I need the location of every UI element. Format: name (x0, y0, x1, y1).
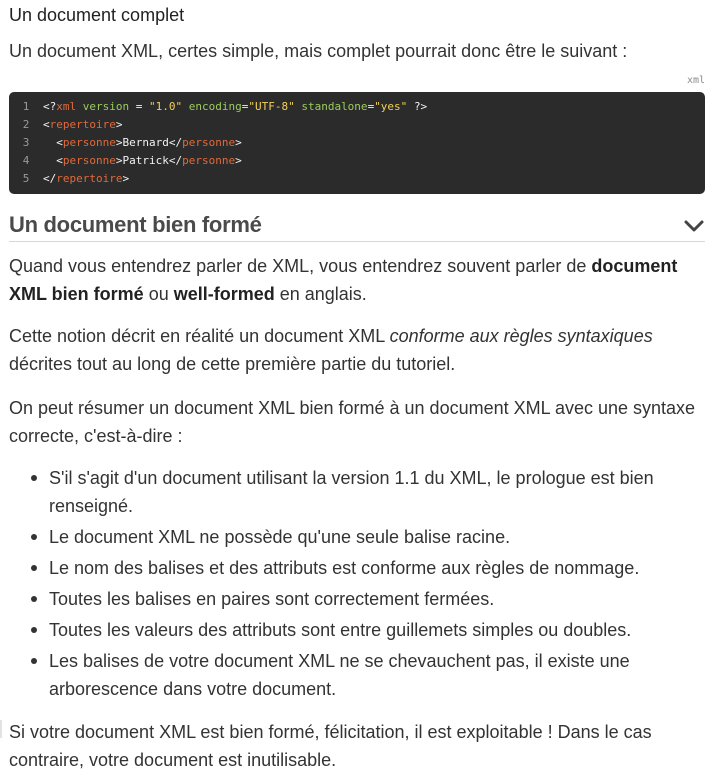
list-item: Toutes les valeurs des attributs sont en… (9, 616, 705, 644)
line-number: 2 (22, 118, 30, 131)
list-item: Toutes les balises en paires sont correc… (9, 585, 705, 613)
edge-marker (0, 720, 2, 738)
code-line: 1 <?xml version = "1.0" encoding="UTF-8" … (9, 98, 705, 116)
bullet-icon (31, 565, 37, 571)
bold-term-english: well-formed (173, 284, 275, 304)
bullet-icon (31, 627, 37, 633)
list-item-text: Le document XML ne possède qu'une seule … (49, 527, 511, 547)
code-line: 2 <repertoire> (9, 116, 705, 134)
bullet-icon (31, 534, 37, 540)
list-item-text: Toutes les valeurs des attributs sont en… (49, 620, 632, 640)
line-number: 3 (22, 136, 30, 149)
paragraph-conclusion: Si votre document XML est bien formé, fé… (9, 722, 652, 770)
code-text: <personne>Bernard</personne> (56, 136, 242, 149)
paragraph-notion: Cette notion décrit en réalité un docume… (9, 326, 653, 374)
paragraph-summary: On peut résumer un document XML bien for… (9, 398, 696, 446)
section-title: Un document bien formé (9, 212, 262, 237)
list-item-text: Les balises de votre document XML ne se … (49, 651, 630, 699)
code-language-label: xml (686, 75, 705, 86)
code-block: 1 <?xml version = "1.0" encoding="UTF-8" … (9, 92, 705, 194)
list-item: Le nom des balises et des attributs est … (9, 554, 705, 582)
paragraph-definition: Quand vous entendrez parler de XML, vous… (9, 256, 678, 304)
chevron-down-icon[interactable] (683, 219, 705, 233)
code-line: 5 </repertoire> (9, 170, 705, 188)
code-text: </repertoire> (43, 172, 130, 185)
section-header[interactable]: Un document bien formé (9, 209, 705, 242)
line-number: 5 (22, 172, 30, 185)
list-item-text: Le nom des balises et des attributs est … (49, 558, 640, 578)
code-line: 3 <personne>Bernard</personne> (9, 134, 705, 152)
italic-term: conforme aux règles syntaxiques (389, 326, 653, 346)
bullet-icon (31, 658, 37, 664)
intro-text: Un document XML, certes simple, mais com… (9, 41, 628, 61)
code-text: <personne>Patrick</personne> (56, 154, 242, 167)
rules-list: S'il s'agit d'un document utilisant la v… (9, 464, 705, 706)
bullet-icon (31, 475, 37, 481)
line-number: 1 (22, 100, 30, 113)
list-item: Les balises de votre document XML ne se … (9, 647, 705, 703)
code-text: <repertoire> (43, 118, 123, 131)
list-item-text: Toutes les balises en paires sont correc… (49, 589, 495, 609)
list-item: Le document XML ne possède qu'une seule … (9, 523, 705, 551)
list-item: S'il s'agit d'un document utilisant la v… (9, 464, 705, 520)
code-line: 4 <personne>Patrick</personne> (9, 152, 705, 170)
subsection-title: Un document complet (9, 5, 185, 25)
bullet-icon (31, 596, 37, 602)
list-item-text: S'il s'agit d'un document utilisant la v… (49, 468, 654, 516)
code-text: <?xml version = "1.0" encoding="UTF-8" s… (43, 100, 428, 113)
line-number: 4 (22, 154, 30, 167)
